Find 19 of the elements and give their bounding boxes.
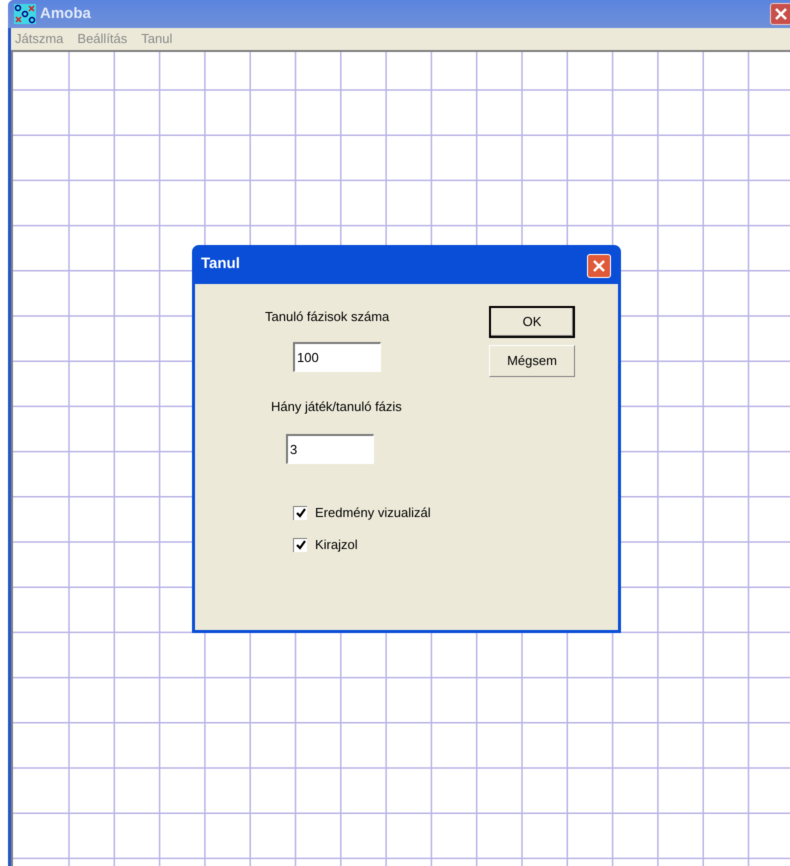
close-button[interactable] [587,254,611,278]
checkbox[interactable] [293,538,307,552]
input-field[interactable]: 3 [286,434,374,464]
dialog-button[interactable]: Mégsem [489,345,575,377]
checkbox-label: Kirajzol [315,536,358,554]
check-icon [296,508,306,518]
field-label: Tanuló fázisok száma [265,308,390,326]
checkbox[interactable] [293,506,307,520]
close-button[interactable] [770,3,790,25]
input-field[interactable]: 100 [293,342,381,372]
field-label: Hány játék/tanuló fázis [271,398,402,416]
check-icon [296,540,306,550]
checkbox-label: Eredmény vizualizál [315,504,431,522]
window-title: Amoba [40,4,91,24]
app-icon [14,4,36,24]
close-icon [593,260,605,272]
dialog-button[interactable]: OK [489,306,575,338]
dialog-title: Tanul [201,254,240,274]
close-icon [775,8,787,20]
